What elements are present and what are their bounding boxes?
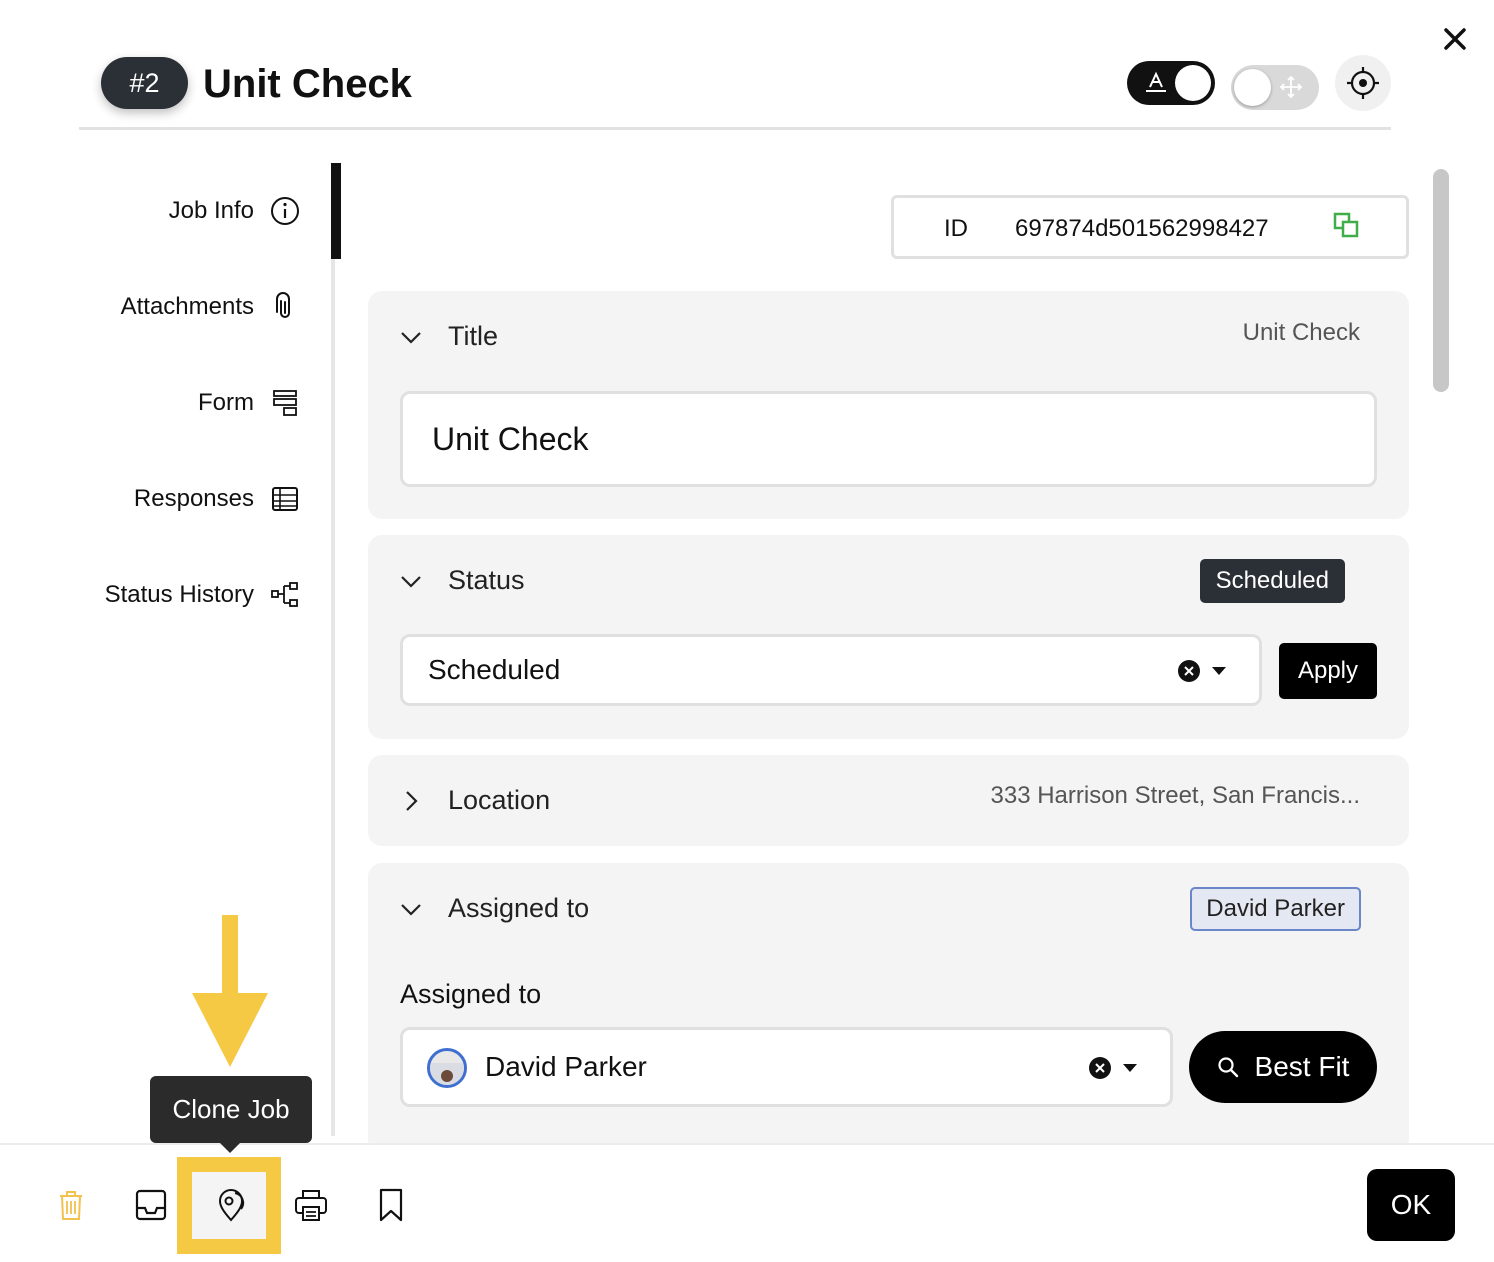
job-id-label: ID <box>944 215 968 242</box>
title-input[interactable]: Unit Check <box>400 391 1377 487</box>
chevron-down-icon[interactable] <box>398 896 424 922</box>
crosshair-icon <box>1347 67 1379 99</box>
move-mode-toggle[interactable] <box>1231 65 1319 110</box>
chevron-right-icon[interactable] <box>398 788 424 814</box>
bookmark-button[interactable] <box>371 1185 411 1225</box>
page-title: Unit Check <box>203 62 412 106</box>
chevron-down-icon[interactable] <box>1212 667 1226 675</box>
bookmark-icon <box>379 1188 403 1222</box>
title-section-summary: Unit Check <box>1242 319 1360 346</box>
header-divider <box>79 127 1391 130</box>
assigned-to-label: Assigned to <box>400 979 542 1009</box>
main-scrollbar[interactable] <box>1433 169 1449 392</box>
hierarchy-icon <box>270 580 300 610</box>
inbox-icon <box>135 1189 167 1221</box>
job-id-field: ID 697874d501562998427 <box>891 195 1409 259</box>
location-section-heading[interactable]: Location <box>448 785 550 816</box>
sidebar-item-label: Status History <box>104 581 254 608</box>
apply-button[interactable]: Apply <box>1279 643 1377 699</box>
table-icon <box>270 484 300 514</box>
toggle-knob <box>1234 69 1271 106</box>
sidebar-item-responses[interactable]: Responses <box>134 479 300 519</box>
status-badge: Scheduled <box>1199 559 1345 603</box>
best-fit-label: Best Fit <box>1254 1051 1350 1082</box>
chevron-down-icon[interactable] <box>1123 1064 1137 1072</box>
text-mode-toggle[interactable] <box>1127 61 1215 105</box>
trash-icon <box>60 1191 82 1220</box>
clear-icon[interactable] <box>1089 1057 1111 1079</box>
assignee-badge: David Parker <box>1190 887 1361 931</box>
sidebar-active-indicator <box>331 163 341 259</box>
status-section-heading[interactable]: Status <box>448 565 525 596</box>
print-button[interactable] <box>291 1185 331 1225</box>
avatar <box>427 1048 467 1088</box>
job-id-value: 697874d501562998427 <box>1015 215 1269 242</box>
paperclip-icon <box>270 292 300 322</box>
arrow-down-icon <box>192 915 268 1067</box>
clone-job-button[interactable] <box>211 1185 251 1225</box>
sidebar-item-job-info[interactable]: Job Info <box>169 191 300 231</box>
printer-icon <box>295 1190 327 1221</box>
inbox-button[interactable] <box>131 1185 171 1225</box>
sidebar-item-label: Responses <box>133 485 254 512</box>
chevron-down-icon[interactable] <box>398 568 424 594</box>
best-fit-button[interactable]: Best Fit <box>1189 1031 1377 1103</box>
locate-button[interactable] <box>1335 55 1391 111</box>
location-section: Location 333 Harrison Street, San Franci… <box>368 755 1409 846</box>
sidebar-item-form[interactable]: Form <box>198 383 300 423</box>
close-icon <box>1444 28 1466 50</box>
clone-job-tooltip: Clone Job <box>150 1076 312 1153</box>
location-pins-icon <box>218 1189 245 1222</box>
move-arrows-icon <box>1279 75 1303 99</box>
location-summary: 333 Harrison Street, San Francis... <box>990 782 1361 809</box>
status-select[interactable]: Scheduled <box>400 634 1262 706</box>
status-section: Status Scheduled Scheduled Apply <box>368 535 1409 739</box>
assignee-select[interactable]: David Parker <box>400 1027 1173 1107</box>
delete-button[interactable] <box>51 1185 91 1225</box>
status-select-value: Scheduled <box>428 654 561 685</box>
sidebar-item-attachments[interactable]: Attachments <box>121 287 300 327</box>
title-section: Title Unit Check Unit Check <box>368 291 1409 519</box>
info-icon <box>270 196 300 226</box>
title-section-heading[interactable]: Title <box>448 321 498 352</box>
assignee-select-value: David Parker <box>485 1051 647 1082</box>
sidebar-item-label: Job Info <box>168 197 254 224</box>
text-format-icon <box>1146 71 1166 92</box>
sidebar-item-label: Form <box>198 389 254 416</box>
chevron-down-icon[interactable] <box>398 324 424 350</box>
ok-button[interactable]: OK <box>1367 1169 1455 1241</box>
clear-icon[interactable] <box>1178 660 1200 682</box>
toggle-knob <box>1175 65 1211 101</box>
search-icon <box>1217 1057 1238 1078</box>
assigned-section-heading[interactable]: Assigned to <box>448 893 589 924</box>
sidebar-scroll-track <box>331 163 335 1136</box>
close-button[interactable] <box>1438 22 1472 56</box>
assigned-section: Assigned to David Parker Assigned to Dav… <box>368 863 1409 1153</box>
sidebar-item-status-history[interactable]: Status History <box>105 575 300 615</box>
copy-icon[interactable] <box>1332 211 1360 239</box>
sidebar-item-label: Attachments <box>120 293 254 320</box>
job-number-badge: #2 <box>101 57 188 109</box>
form-icon <box>270 388 300 418</box>
